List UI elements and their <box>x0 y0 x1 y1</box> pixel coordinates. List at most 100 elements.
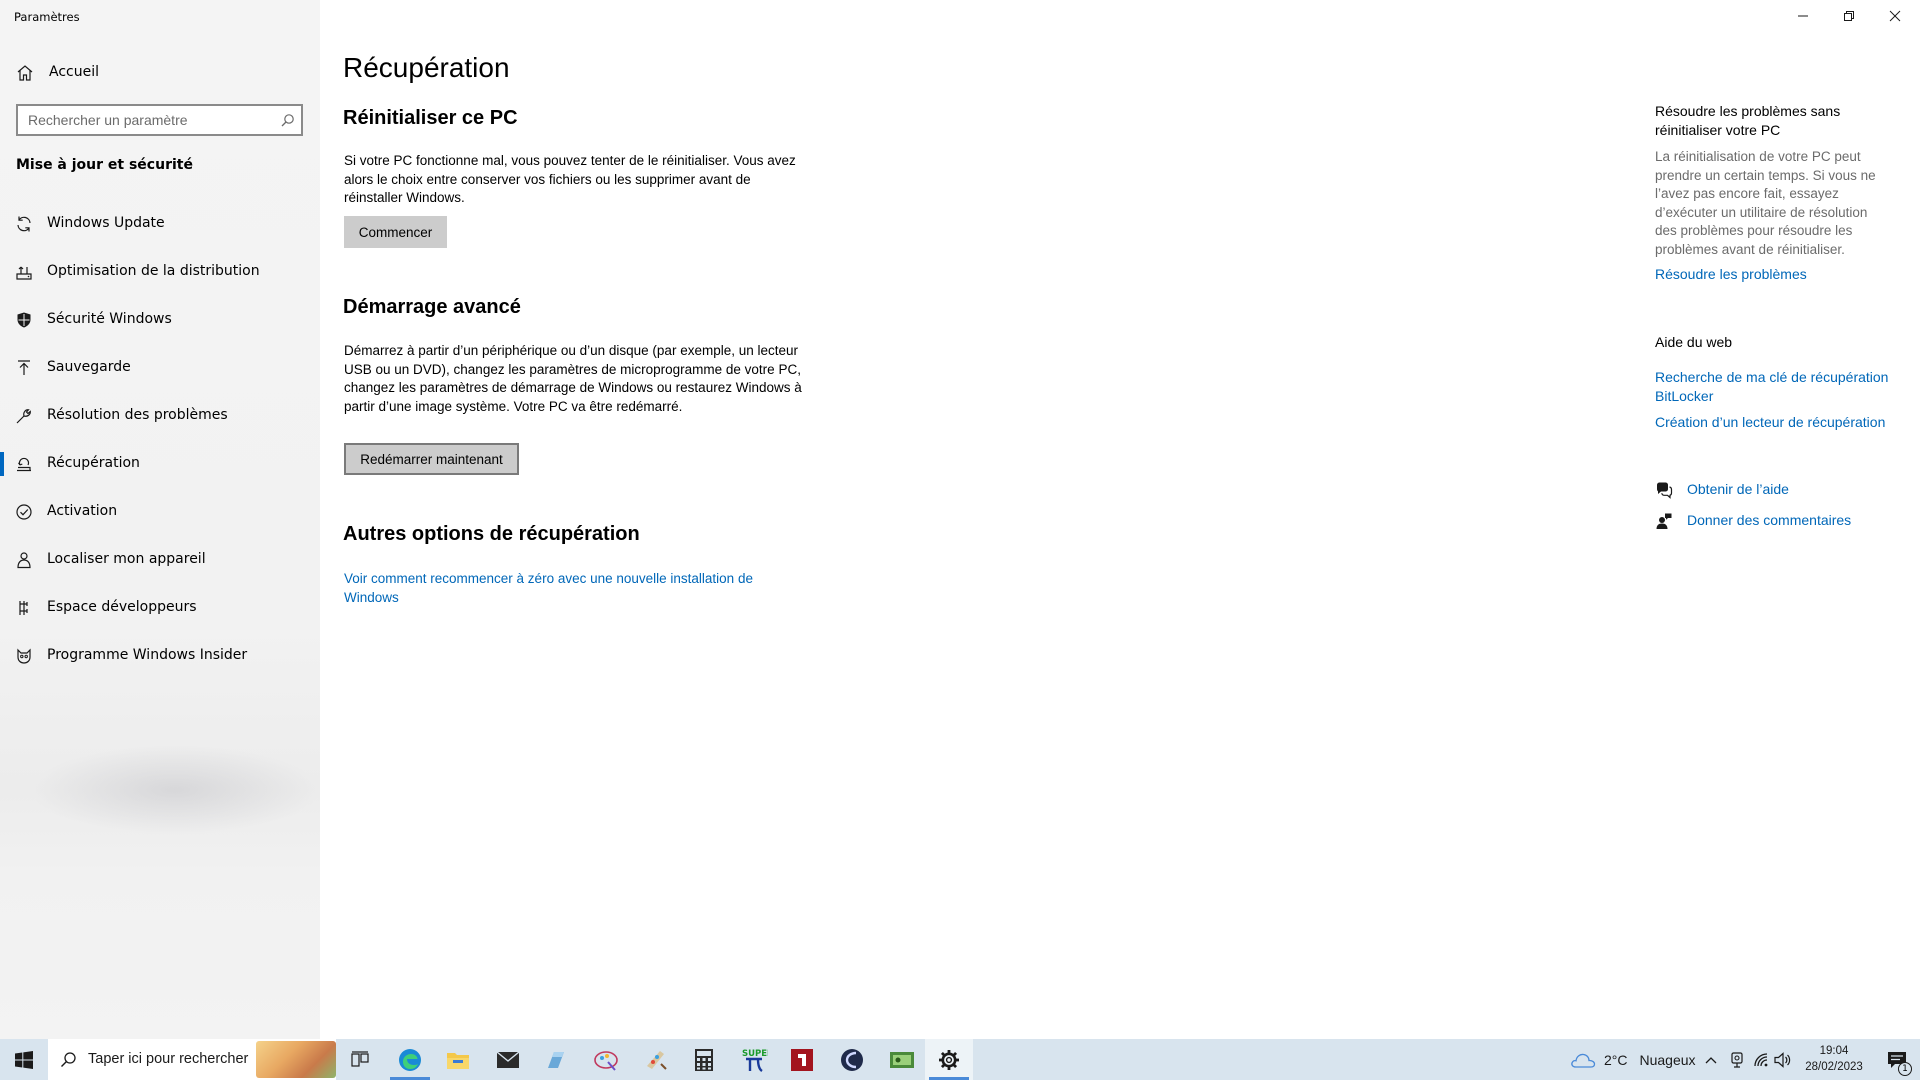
feedback-link[interactable]: Donner des commentaires <box>1687 511 1920 530</box>
minimize-icon <box>1798 15 1808 17</box>
sidebar-item-label: Optimisation de la distribution <box>47 263 260 279</box>
close-icon <box>1889 10 1901 22</box>
feedback-row[interactable]: Donner des commentaires <box>1655 510 1900 532</box>
backup-arrow-icon <box>18 360 30 375</box>
taskbar-cinema-4d[interactable] <box>828 1039 876 1080</box>
other-options-heading: Autres options de récupération <box>343 523 640 545</box>
sidebar-item-developers[interactable]: Espace développeurs <box>0 584 320 632</box>
troubleshoot-heading: Résoudre les problèmes sans réinitialise… <box>1655 103 1841 138</box>
get-started-button[interactable]: Commencer <box>344 216 447 248</box>
minimize-button[interactable] <box>1780 0 1826 32</box>
weather-temperature: 2°C <box>1604 1051 1628 1068</box>
restart-now-button[interactable]: Redémarrer maintenant <box>344 443 519 475</box>
tray-volume[interactable] <box>1774 1039 1792 1080</box>
task-view-button[interactable] <box>336 1039 384 1080</box>
sidebar-item-delivery-optimization[interactable]: Optimisation de la distribution <box>0 248 320 296</box>
taskbar-file-explorer[interactable] <box>434 1039 482 1080</box>
check-circle-icon <box>16 504 32 520</box>
home-icon <box>17 65 33 81</box>
paint-3d-icon <box>594 1050 618 1071</box>
edge-icon <box>399 1048 421 1071</box>
sidebar-item-label: Espace développeurs <box>47 599 197 615</box>
search-highlight-image[interactable] <box>256 1041 336 1078</box>
sidebar-item-label: Localiser mon appareil <box>47 551 206 567</box>
troubleshoot-description: La réinitialisation de votre PC peut pre… <box>1655 149 1876 257</box>
feedback-person-icon <box>1656 513 1672 529</box>
cloud-icon <box>1571 1053 1596 1068</box>
sidebar-item-label: Récupération <box>47 455 140 471</box>
wifi-icon <box>1754 1052 1768 1066</box>
sidebar-item-label: Résolution des problèmes <box>47 407 228 423</box>
restore-icon <box>1844 11 1854 21</box>
sidebar-item-label: Programme Windows Insider <box>47 647 248 663</box>
developer-icon <box>19 601 28 615</box>
web-help-heading: Aide du web <box>1655 334 1733 350</box>
sidebar-item-windows-update[interactable]: Windows Update <box>0 200 320 248</box>
find-device-icon <box>17 552 31 569</box>
delivery-optimization-icon <box>16 266 32 280</box>
advanced-startup-heading: Démarrage avancé <box>343 296 521 318</box>
sidebar-item-backup[interactable]: Sauvegarde <box>0 344 320 392</box>
sidebar-item-windows-security[interactable]: Sécurité Windows <box>0 296 320 344</box>
speaker-icon <box>1774 1051 1791 1068</box>
shield-icon <box>17 312 31 328</box>
taskbar-calculator[interactable] <box>680 1039 728 1080</box>
weather-widget[interactable]: 2°C Nuageux <box>1570 1039 1696 1080</box>
sidebar-item-label: Sauvegarde <box>47 359 131 375</box>
taskbar-edge[interactable] <box>386 1039 434 1080</box>
task-view-icon <box>351 1050 369 1067</box>
search-icon <box>61 1052 76 1067</box>
home-label: Accueil <box>49 64 99 80</box>
taskbar-mail[interactable] <box>484 1039 532 1080</box>
sidebar-nav: Windows Update Optimisation de la distri… <box>0 200 320 680</box>
start-button[interactable] <box>0 1039 48 1080</box>
show-hidden-icons-button[interactable] <box>1704 1039 1718 1080</box>
clock-date: 28/02/2023 <box>1805 1061 1863 1073</box>
sidebar-item-troubleshoot[interactable]: Résolution des problèmes <box>0 392 320 440</box>
taskbar-app-green[interactable] <box>878 1039 926 1080</box>
action-center-button[interactable]: 1 <box>1873 1039 1920 1080</box>
troubleshoot-link[interactable]: Résoudre les problèmes <box>1655 265 1900 284</box>
taskbar-search[interactable]: Taper ici pour rechercher <box>48 1039 336 1080</box>
mail-icon <box>496 1050 520 1068</box>
sidebar-item-activation[interactable]: Activation <box>0 488 320 536</box>
tray-meet-now[interactable] <box>1729 1039 1745 1080</box>
gear-icon <box>939 1049 959 1070</box>
taskbar-paint-3d[interactable] <box>582 1039 630 1080</box>
settings-search-input[interactable] <box>18 112 268 128</box>
chevron-up-icon <box>1705 1056 1717 1063</box>
close-button[interactable] <box>1872 0 1918 32</box>
fresh-start-link[interactable]: Voir comment recommencer à zéro avec une… <box>344 570 804 607</box>
sidebar-item-label: Sécurité Windows <box>47 311 172 327</box>
calculator-icon <box>695 1048 713 1071</box>
taskbar-app-red[interactable] <box>778 1039 826 1080</box>
chat-help-icon <box>1657 482 1673 499</box>
restore-button[interactable] <box>1826 0 1872 32</box>
webcam-icon <box>1731 1051 1743 1068</box>
active-indicator <box>0 452 4 476</box>
get-help-link[interactable]: Obtenir de l’aide <box>1687 480 1920 499</box>
taskbar-settings[interactable] <box>925 1039 973 1080</box>
get-help-row[interactable]: Obtenir de l’aide <box>1655 479 1900 501</box>
taskbar-super-pi[interactable]: SUPER <box>730 1039 778 1080</box>
home-link[interactable]: Accueil <box>0 60 320 86</box>
sidebar-item-windows-insider[interactable]: Programme Windows Insider <box>0 632 320 680</box>
sidebar-item-recovery[interactable]: Récupération <box>0 440 320 488</box>
app-red-icon <box>791 1048 813 1071</box>
tray-network[interactable] <box>1753 1039 1771 1080</box>
sidebar-item-find-my-device[interactable]: Localiser mon appareil <box>0 536 320 584</box>
settings-search-box[interactable] <box>16 104 303 136</box>
taskbar-clock[interactable]: 19:04 28/02/2023 <box>1795 1043 1873 1075</box>
recovery-icon <box>17 457 31 472</box>
page-title: Récupération <box>343 52 510 83</box>
sidebar-item-label: Activation <box>47 503 118 519</box>
weather-description: Nuageux <box>1639 1051 1696 1068</box>
super-pi-icon: SUPER <box>742 1049 768 1072</box>
recovery-drive-link[interactable]: Création d’un lecteur de récupération <box>1655 413 1900 432</box>
windows-logo-icon <box>15 1050 33 1069</box>
bitlocker-key-link[interactable]: Recherche de ma clé de récupération BitL… <box>1655 368 1900 405</box>
paint-palette-icon <box>647 1050 667 1070</box>
taskbar-app-blue[interactable] <box>532 1039 580 1080</box>
taskbar-paint[interactable] <box>632 1039 680 1080</box>
search-icon[interactable] <box>280 113 295 128</box>
